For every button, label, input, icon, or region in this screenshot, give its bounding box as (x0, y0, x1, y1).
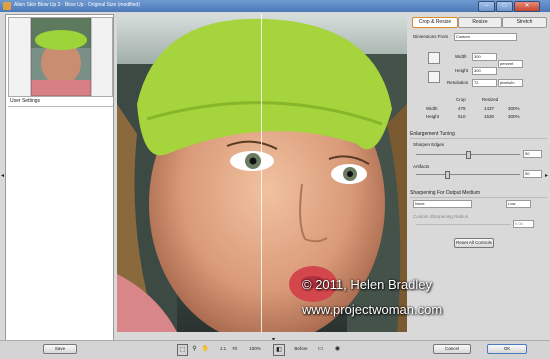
zoom-select[interactable]: 100% (246, 344, 264, 354)
ok-button[interactable]: OK (487, 344, 527, 354)
bottom-toolbar: Save ⬚ ⚲ ✋ 1:1 Fit 100% ◧ Before ▭ ◉ Can… (0, 340, 550, 359)
width-field[interactable]: 300 (472, 53, 497, 61)
table-row-height-percent: 300% (508, 114, 520, 119)
output-section-header[interactable]: Sharpening For Output Medium (410, 190, 547, 198)
output-strength-select[interactable]: Low (506, 200, 531, 208)
width-value: 300 (474, 54, 481, 59)
navigator-thumbnail[interactable] (8, 17, 113, 97)
table-row-height-resized: 1530 (484, 114, 495, 119)
before-button[interactable]: Before (293, 344, 309, 354)
close-button[interactable]: ✕ (514, 1, 540, 12)
artifact-slider-thumb[interactable] (445, 171, 451, 179)
user-settings-label: User Settings (8, 98, 113, 107)
height-value: 300 (474, 68, 481, 73)
sharpen-field[interactable]: 50 (523, 150, 542, 158)
table-row-width-label: Width (426, 106, 438, 111)
sharpen-label: Sharpen Edges (413, 142, 445, 147)
tab-resize[interactable]: Resize (458, 17, 502, 28)
cancel-button[interactable]: Cancel (433, 344, 471, 354)
custom-radius-value: 0.00 (515, 221, 523, 226)
table-header-crop: Crop (456, 97, 466, 102)
output-medium-select[interactable]: None (413, 200, 472, 208)
artifact-slider-track[interactable] (416, 174, 520, 175)
height-label: Height (455, 68, 469, 73)
custom-radius-slider-track[interactable] (416, 224, 511, 225)
preview-icon[interactable]: ▭ (316, 344, 325, 354)
unit-value: percent (500, 61, 514, 66)
split-view-icon[interactable]: ◧ (273, 344, 285, 356)
minimize-button[interactable]: – (478, 1, 495, 12)
custom-radius-field[interactable]: 0.00 (513, 220, 534, 228)
tab-label: Stretch (516, 19, 533, 25)
save-button[interactable]: Save (43, 344, 77, 354)
table-row-width-percent: 300% (508, 106, 520, 111)
zoom-tool-icon[interactable]: ⚲ (190, 344, 199, 354)
constrain-icon[interactable] (428, 71, 440, 83)
resolution-value: 72 (474, 80, 479, 85)
resolution-unit-select[interactable]: pixels/in (498, 79, 523, 87)
zoom-fit-button[interactable]: Fit (230, 344, 240, 354)
crop-tool-icon[interactable]: ⬚ (177, 344, 188, 356)
resolution-field[interactable]: 72 (472, 79, 497, 87)
resolution-label: Resolution (447, 80, 469, 85)
artifact-label: Artifacts (413, 164, 430, 169)
sharpen-value: 50 (525, 151, 530, 156)
dimensions-label: Dimensions From (413, 34, 449, 39)
tab-stretch[interactable]: Stretch (502, 17, 547, 28)
tab-crop-resize[interactable]: Crop & Resize (412, 17, 458, 28)
window-title: Alien Skin Blow Up 3 · Blow Up · Origina… (14, 2, 140, 8)
dimensions-select[interactable]: Custom (454, 33, 517, 41)
custom-radius-label: Custom Sharpening Radius (413, 214, 469, 219)
table-row-height-label: Height (426, 114, 440, 119)
enlargement-section-header[interactable]: Enlargement Tuning (410, 131, 547, 139)
table-header-resized: Resized (482, 97, 499, 102)
artifact-field[interactable]: 50 (523, 170, 542, 178)
zoom-1to1-button[interactable]: 1:1 (218, 344, 228, 354)
table-row-width-resized: 1437 (484, 106, 495, 111)
artifact-value: 50 (525, 171, 530, 176)
maximize-button[interactable]: □ (496, 1, 513, 12)
thumbnail-image (30, 18, 92, 96)
reset-all-button[interactable]: Reset All Controls (454, 238, 494, 248)
output-strength-value: Low (508, 201, 516, 206)
unit-select[interactable]: percent (498, 60, 523, 68)
sharpen-slider-thumb[interactable] (466, 151, 471, 159)
table-row-width-crop: 479 (458, 106, 466, 111)
hand-tool-icon[interactable]: ✋ (201, 344, 210, 354)
right-panel: Crop & Resize Resize Stretch Dimensions … (410, 14, 547, 339)
app-icon (3, 2, 11, 10)
tab-label: Crop & Resize (418, 19, 452, 25)
collapse-left-arrow-icon[interactable]: ◂ (1, 172, 4, 179)
width-label: Width (455, 54, 467, 59)
table-row-height-crop: 510 (458, 114, 466, 119)
output-medium-value: None (415, 201, 425, 206)
dimensions-value: Custom (456, 34, 470, 39)
before-after-divider[interactable] (261, 14, 262, 332)
height-field[interactable]: 300 (472, 67, 497, 75)
tab-label: Resize (472, 19, 488, 25)
crop-lock-icon[interactable] (428, 52, 440, 64)
resolution-unit-value: pixels/in (500, 80, 515, 85)
title-bar: Alien Skin Blow Up 3 · Blow Up · Origina… (0, 0, 550, 12)
help-icon[interactable]: ◉ (333, 344, 342, 354)
